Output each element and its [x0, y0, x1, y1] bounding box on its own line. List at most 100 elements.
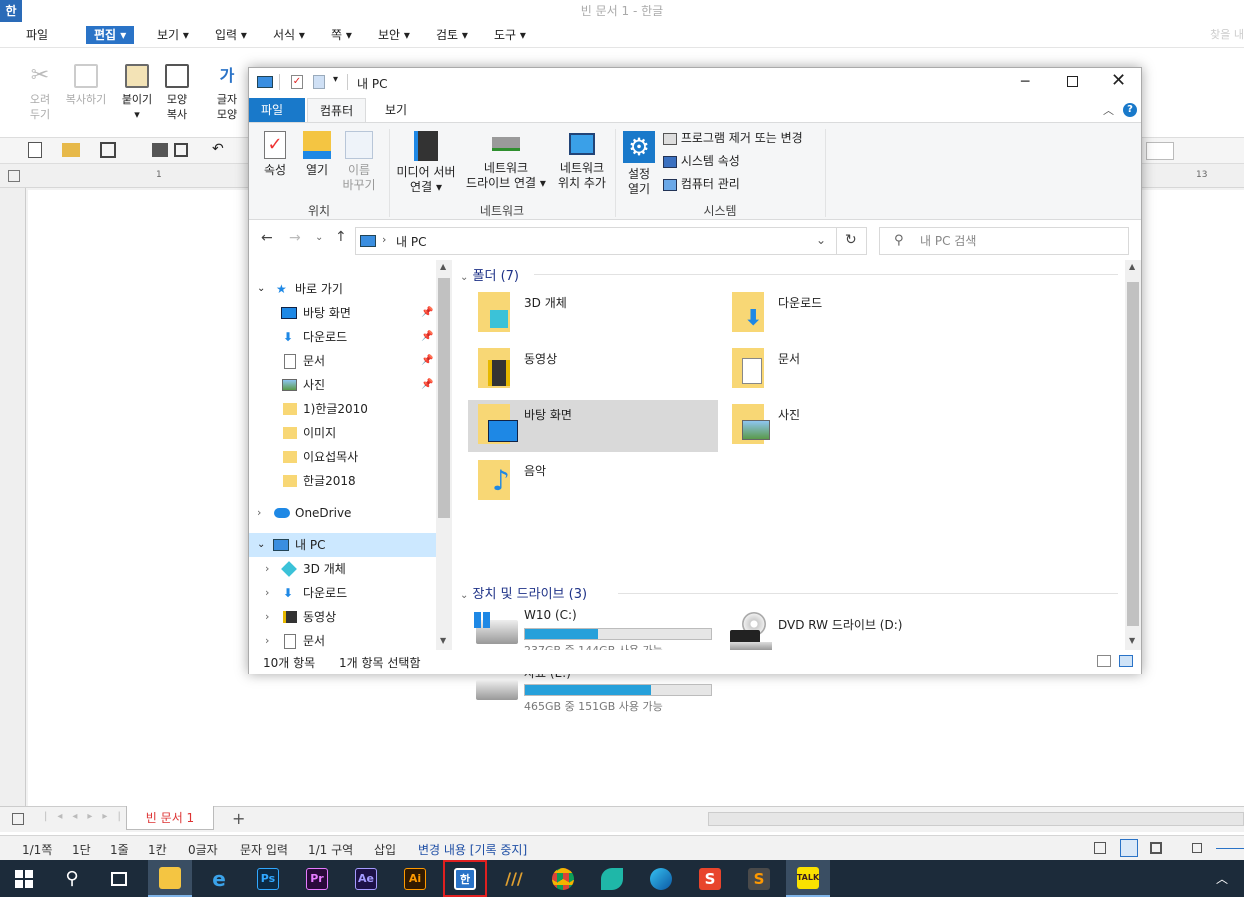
tab-view[interactable]: 보기	[373, 98, 419, 122]
add-tab-button[interactable]: +	[232, 809, 245, 828]
nav-documents[interactable]: 문서 📌	[249, 349, 436, 373]
task-view-button[interactable]	[97, 860, 141, 897]
taskbar-hangul[interactable]: 한	[443, 860, 487, 897]
nav-pictures[interactable]: 사진 📌	[249, 373, 436, 397]
open-folder-icon[interactable]	[62, 143, 80, 157]
up-button[interactable]: ↑	[335, 229, 347, 245]
scroll-up-icon[interactable]: ▲	[440, 262, 446, 271]
start-button[interactable]	[2, 860, 46, 897]
folder-documents[interactable]: 문서	[722, 344, 972, 396]
save-icon[interactable]	[100, 142, 116, 158]
rename-button[interactable]: 이름 바꾸기	[339, 131, 379, 193]
quick-access-dropdown[interactable]: ▾	[333, 74, 338, 85]
minimize-button[interactable]: ─	[1021, 74, 1029, 90]
folder-downloads[interactable]: ⬇ 다운로드	[722, 288, 972, 340]
folders-section-header[interactable]: ⌄ 폴더 (7)	[460, 265, 519, 284]
help-icon[interactable]: ?	[1123, 103, 1137, 117]
refresh-button[interactable]: ↻	[837, 227, 867, 255]
collapse-ribbon-icon[interactable]: ︿	[1103, 102, 1114, 118]
menu-review[interactable]: 검토 ▾	[436, 26, 468, 44]
nav-this-pc[interactable]: ⌄ 내 PC	[249, 533, 436, 557]
scroll-down-icon[interactable]: ▼	[1129, 636, 1135, 645]
tray-expand-button[interactable]: ︿	[1200, 860, 1244, 897]
taskbar-sublime[interactable]: S	[737, 860, 781, 897]
taskbar-app-leaf[interactable]	[590, 860, 634, 897]
nav-videos[interactable]: › 동영상	[249, 605, 436, 629]
properties-button[interactable]: ✓ 속성	[257, 131, 293, 178]
large-icons-view-icon[interactable]	[1119, 655, 1133, 667]
add-network-location-button[interactable]: 네트워크 위치 추가	[551, 131, 613, 191]
computer-management-button[interactable]: 컴퓨터 관리	[663, 177, 740, 192]
nav-scrollbar[interactable]: ▲ ▼	[436, 260, 452, 650]
menu-security[interactable]: 보안 ▾	[378, 26, 410, 44]
preview-icon[interactable]	[174, 143, 188, 157]
menu-page[interactable]: 쪽 ▾	[331, 26, 352, 44]
content-scrollbar[interactable]: ▲ ▼	[1125, 260, 1141, 650]
tab-file[interactable]: 파일	[249, 98, 305, 122]
address-box[interactable]: › 내 PC ⌄	[355, 227, 837, 255]
zoom-slider[interactable]	[1216, 848, 1244, 849]
nav-scroll-thumb[interactable]	[438, 278, 450, 518]
address-dropdown-icon[interactable]: ⌄	[816, 233, 826, 247]
taskbar-app-s-red[interactable]: S	[688, 860, 732, 897]
scroll-up-icon[interactable]: ▲	[1129, 262, 1135, 271]
system-properties-button[interactable]: 시스템 속성	[663, 154, 740, 169]
status-track-changes[interactable]: 변경 내용 [기록 중지]	[418, 841, 527, 858]
char-shape-button[interactable]: 가 글자 모양	[212, 64, 242, 122]
tab-selector-icon[interactable]	[8, 170, 20, 182]
nav-folder-pastor[interactable]: 이요섭목사	[249, 445, 436, 469]
folder-desktop[interactable]: 바탕 화면	[468, 400, 718, 452]
taskbar-kakaotalk[interactable]: TALK	[786, 860, 830, 897]
tab-nav-icons[interactable]: |◂◂▸▸|	[44, 811, 131, 822]
nav-folder-images[interactable]: 이미지	[249, 421, 436, 445]
cut-button[interactable]: ✂ 오려 두기	[24, 64, 56, 122]
menu-file[interactable]: 파일	[26, 26, 48, 44]
nav-3d-objects[interactable]: › 3D 개체	[249, 557, 436, 581]
back-button[interactable]: ←	[261, 230, 273, 246]
taskbar-app-stripes[interactable]: ///	[492, 860, 536, 897]
folder-3d-objects[interactable]: 3D 개체	[468, 288, 718, 340]
recent-locations-dropdown[interactable]: ⌄	[315, 232, 323, 243]
page-view-icon[interactable]	[12, 813, 24, 825]
new-folder-quick-icon[interactable]	[313, 75, 325, 89]
close-button[interactable]: ✕	[1111, 70, 1126, 91]
nav-downloads[interactable]: ⬇ 다운로드 📌	[249, 325, 436, 349]
search-taskbar-button[interactable]: ⚲	[50, 860, 94, 897]
copy-button[interactable]: 복사하기	[62, 64, 110, 107]
details-view-icon[interactable]	[1097, 655, 1111, 667]
paste-button[interactable]: 붙이기 ▾	[118, 64, 156, 122]
hangul-find-hint[interactable]: 찾을 내	[1210, 26, 1244, 42]
map-network-drive-button[interactable]: 네트워크 드라이브 연결 ▾	[463, 131, 549, 191]
menu-view[interactable]: 보기 ▾	[157, 26, 189, 44]
menu-input[interactable]: 입력 ▾	[215, 26, 247, 44]
nav-quick-access[interactable]: ⌄ ★ 바로 가기	[249, 277, 436, 301]
folder-music[interactable]: ♪ 음악	[468, 456, 718, 508]
taskbar-edge[interactable]	[639, 860, 683, 897]
nav-downloads-pc[interactable]: › ⬇ 다운로드	[249, 581, 436, 605]
open-settings-button[interactable]: ⚙ 설정 열기	[621, 131, 657, 197]
scroll-down-icon[interactable]: ▼	[440, 636, 446, 645]
drives-section-header[interactable]: ⌄ 장치 및 드라이브 (3)	[460, 583, 587, 602]
menu-edit[interactable]: 편집 ▾	[86, 26, 135, 44]
taskbar-ie[interactable]: e	[197, 860, 241, 897]
media-server-button[interactable]: 미디어 서버 연결 ▾	[393, 131, 459, 195]
uninstall-button[interactable]: 프로그램 제거 또는 변경	[663, 131, 803, 146]
view-page-icon[interactable]	[1120, 839, 1138, 857]
tab-blank-doc[interactable]: 빈 문서 1	[126, 806, 214, 830]
content-scroll-thumb[interactable]	[1127, 282, 1139, 626]
status-insert[interactable]: 삽입	[374, 841, 396, 858]
folder-videos[interactable]: 동영상	[468, 344, 718, 396]
zoom-spinner[interactable]	[1146, 142, 1174, 160]
view-full-icon[interactable]	[1150, 842, 1162, 854]
taskbar-photoshop[interactable]: Ps	[246, 860, 290, 897]
search-input[interactable]: ⚲ 내 PC 검색	[879, 227, 1129, 255]
open-button[interactable]: 열기	[299, 131, 335, 178]
tab-computer[interactable]: 컴퓨터	[307, 98, 367, 122]
menu-tools[interactable]: 도구 ▾	[494, 26, 526, 44]
properties-quick-icon[interactable]: ✓	[291, 75, 303, 89]
menu-format[interactable]: 서식 ▾	[273, 26, 305, 44]
taskbar-illustrator[interactable]: Ai	[393, 860, 437, 897]
format-copy-button[interactable]: 모양 복사	[162, 64, 192, 122]
nav-onedrive[interactable]: › OneDrive	[249, 501, 436, 525]
taskbar-chrome[interactable]	[541, 860, 585, 897]
